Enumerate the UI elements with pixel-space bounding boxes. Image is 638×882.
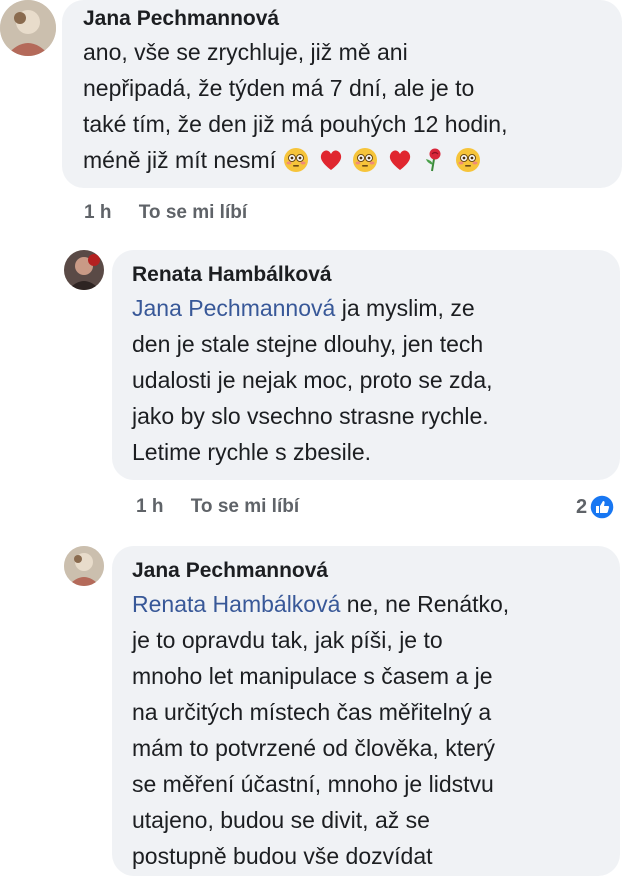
comment-text: Jana Pechmannová ja myslim, ze den je st… bbox=[132, 295, 493, 465]
timestamp[interactable]: 1 h bbox=[84, 202, 111, 223]
comment-actions: 1 h To se mi líbí bbox=[84, 202, 247, 224]
comment-bubble: Jana Pechmannová Renata Hambálková ne, n… bbox=[112, 546, 620, 876]
comment-author[interactable]: Renata Hambálková bbox=[132, 262, 620, 288]
comment-author[interactable]: Jana Pechmannová bbox=[83, 6, 622, 32]
flushed-face-icon bbox=[353, 148, 378, 172]
reaction-count[interactable]: 2 bbox=[576, 494, 615, 520]
rose-icon bbox=[425, 148, 441, 172]
comment-author[interactable]: Jana Pechmannová bbox=[132, 558, 620, 584]
flushed-face-icon bbox=[456, 148, 481, 172]
mention-link[interactable]: Jana Pechmannová bbox=[132, 295, 335, 321]
mention-link[interactable]: Renata Hambálková bbox=[132, 591, 340, 617]
comment-text: ano, vše se zrychluje, již mě ani nepřip… bbox=[83, 39, 508, 173]
avatar[interactable] bbox=[64, 546, 104, 586]
flushed-face-icon bbox=[284, 148, 309, 172]
like-button[interactable]: To se mi líbí bbox=[139, 202, 247, 223]
comment-actions: 1 h To se mi líbí bbox=[136, 496, 299, 518]
comment-text: Renata Hambálková ne, ne Renátko, je to … bbox=[132, 591, 510, 869]
avatar[interactable] bbox=[0, 0, 56, 56]
comment-bubble: Jana Pechmannová ano, vše se zrychluje, … bbox=[62, 0, 622, 188]
comment-bubble: Renata Hambálková Jana Pechmannová ja my… bbox=[112, 250, 620, 480]
avatar[interactable] bbox=[64, 250, 104, 290]
red-heart-icon bbox=[320, 150, 341, 170]
red-heart-icon bbox=[389, 150, 410, 170]
like-reaction-icon bbox=[589, 494, 615, 520]
like-button[interactable]: To se mi líbí bbox=[191, 496, 299, 517]
timestamp[interactable]: 1 h bbox=[136, 496, 163, 517]
